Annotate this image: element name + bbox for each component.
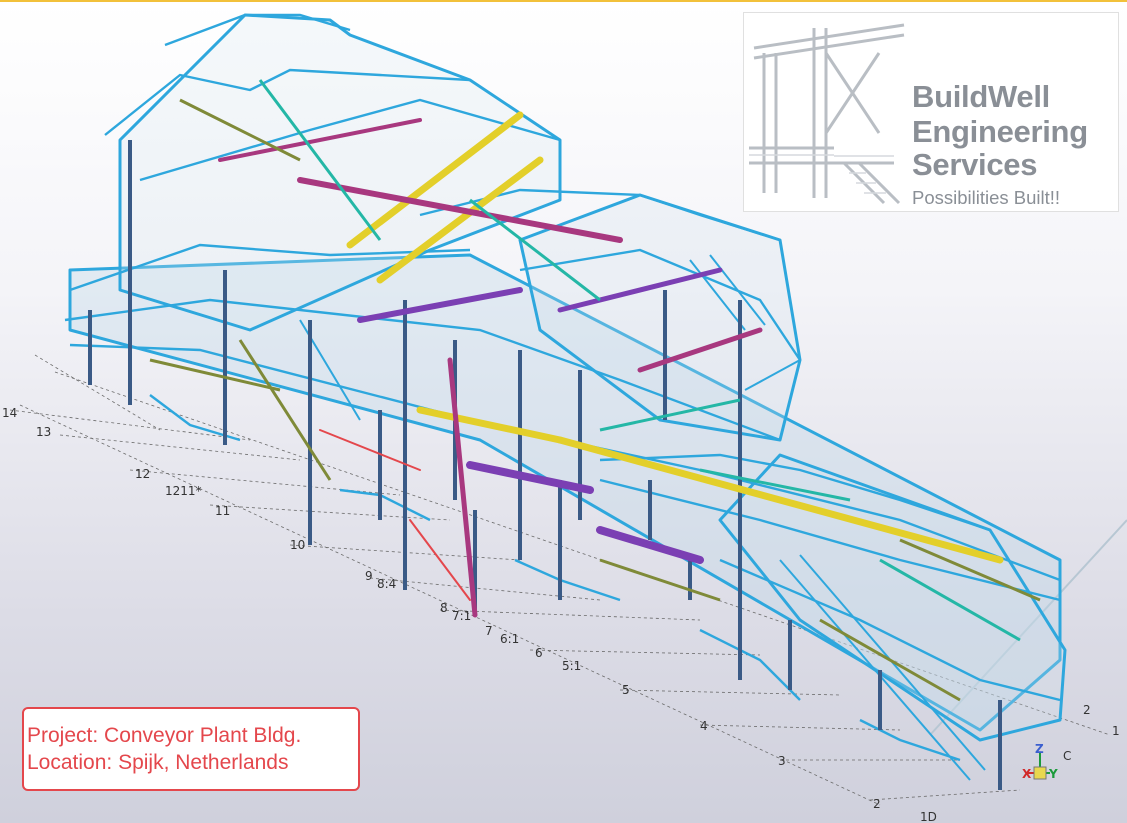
grid-label: 5 (622, 683, 630, 697)
grid-label: 5:1 (562, 659, 581, 673)
grid-label: 9 (365, 569, 373, 583)
grid-label: 8:4 (377, 577, 396, 591)
grid-label: 1 (1112, 724, 1120, 738)
grid-label: 13 (36, 425, 51, 439)
grid-label: 7 (485, 624, 493, 638)
project-info-box: Project: Conveyor Plant Bldg. Location: … (22, 707, 360, 791)
axis-x-label: X (1022, 767, 1032, 781)
grid-label: 6:1 (500, 632, 519, 646)
grid-label: 8 (440, 601, 448, 615)
grid-label: 14 (2, 406, 17, 420)
grid-label: 7:1 (452, 609, 471, 623)
grid-label: C (1063, 749, 1071, 763)
logo-company-line2: Engineering (912, 114, 1088, 149)
grid-label: 3 (778, 754, 786, 768)
grid-label: 6 (535, 646, 543, 660)
axis-triad-icon[interactable]: Z X Y (1022, 742, 1058, 781)
grid-label: 2 (873, 797, 881, 811)
grid-label: 1211* (165, 484, 202, 498)
grid-label: 1D (920, 810, 937, 823)
axis-z-label: Z (1035, 742, 1044, 756)
grid-label: 11 (215, 504, 230, 518)
logo-company-line3: Services (912, 147, 1038, 182)
company-logo: BuildWell Engineering Services Possibili… (743, 12, 1119, 212)
logo-company-line1: BuildWell (912, 79, 1050, 114)
project-location-text: Location: Spijk, Netherlands (27, 751, 289, 774)
grid-label: 10 (290, 538, 305, 552)
grid-label: 4 (700, 719, 708, 733)
project-name-text: Project: Conveyor Plant Bldg. (27, 724, 302, 747)
logo-tagline: Possibilities Built!! (912, 187, 1061, 208)
grid-label: 2 (1083, 703, 1091, 717)
axis-y-label: Y (1048, 767, 1058, 781)
grid-label: 12 (135, 467, 150, 481)
building-frame-logo-icon (749, 23, 905, 205)
